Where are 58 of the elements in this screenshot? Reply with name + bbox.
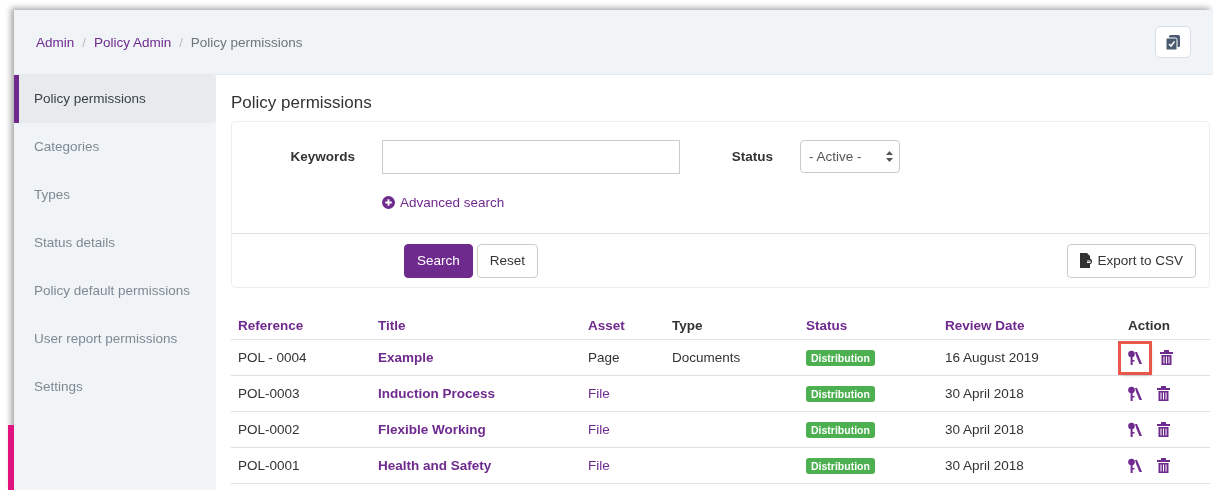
- keywords-field[interactable]: [382, 139, 680, 174]
- trash-icon: [1156, 386, 1170, 401]
- table-cell: 16 August 2019: [938, 339, 1088, 376]
- column-header: Type: [665, 310, 799, 340]
- table-cell: POL-0001: [231, 447, 371, 484]
- status-badge: Distribution: [806, 350, 875, 366]
- column-header[interactable]: Review Date: [938, 310, 1088, 340]
- keys-icon: [1127, 349, 1143, 366]
- table-cell: Documents: [672, 350, 741, 365]
- status-badge: Distribution: [806, 458, 875, 474]
- breadcrumb-separator: /: [179, 34, 183, 50]
- table-cell: POL - 0004: [231, 339, 371, 376]
- column-header[interactable]: Title: [371, 310, 581, 340]
- title-link[interactable]: Example: [378, 350, 434, 365]
- search-button[interactable]: Search: [404, 243, 473, 278]
- reset-button[interactable]: Reset: [476, 243, 539, 278]
- table-cell: 30 April 2018: [938, 411, 1088, 448]
- checklist-button[interactable]: [1155, 26, 1191, 58]
- page-title: Policy permissions: [231, 93, 373, 113]
- breadcrumb-link[interactable]: Admin: [36, 34, 75, 50]
- title-link[interactable]: Induction Process: [378, 386, 496, 401]
- asset-link[interactable]: File: [588, 458, 610, 473]
- column-header: Action: [1088, 310, 1210, 340]
- export-button[interactable]: Export to CSV: [1067, 243, 1196, 278]
- keys-icon: [1127, 385, 1143, 402]
- keys-icon: [1127, 421, 1143, 438]
- edge-strip: [8, 425, 14, 490]
- title-link[interactable]: Flexible Working: [378, 422, 486, 437]
- breadcrumb-text: Policy permissions: [190, 34, 303, 50]
- asset-text: Page: [588, 350, 620, 365]
- table-cell: 30 April 2018: [938, 447, 1088, 484]
- column-header[interactable]: Reference: [231, 310, 371, 340]
- advanced-search-link[interactable]: Advanced search: [382, 194, 505, 210]
- file-export-icon: [1080, 253, 1093, 268]
- table-cell: POL-0002: [231, 411, 371, 448]
- column-header[interactable]: Status: [799, 310, 938, 340]
- table-cell: POL-0003: [231, 375, 371, 412]
- keywords-label: Keywords: [289, 149, 356, 164]
- permissions-button[interactable]: [1121, 343, 1149, 372]
- sidebar-item[interactable]: Policy permissions: [14, 75, 216, 123]
- table-cell: 30 April 2018: [938, 375, 1088, 412]
- column-header[interactable]: Asset: [581, 310, 665, 340]
- keys-icon: [1127, 457, 1143, 474]
- breadcrumb-link[interactable]: Policy Admin: [93, 34, 172, 50]
- trash-icon: [1156, 422, 1170, 437]
- trash-icon: [1156, 458, 1170, 473]
- status-badge: Distribution: [806, 386, 875, 402]
- status-select[interactable]: - Active -: [800, 140, 900, 173]
- asset-link[interactable]: File: [588, 386, 610, 401]
- status-badge: Distribution: [806, 422, 875, 438]
- trash-icon: [1159, 350, 1173, 365]
- plus-circle-icon: [382, 195, 395, 209]
- breadcrumb-separator: /: [82, 34, 86, 50]
- asset-link[interactable]: File: [588, 422, 610, 437]
- clipboard-check-icon: [1166, 34, 1180, 50]
- status-label: Status: [730, 149, 774, 164]
- title-link[interactable]: Health and Safety: [378, 458, 492, 473]
- updown-caret-icon: [886, 151, 893, 162]
